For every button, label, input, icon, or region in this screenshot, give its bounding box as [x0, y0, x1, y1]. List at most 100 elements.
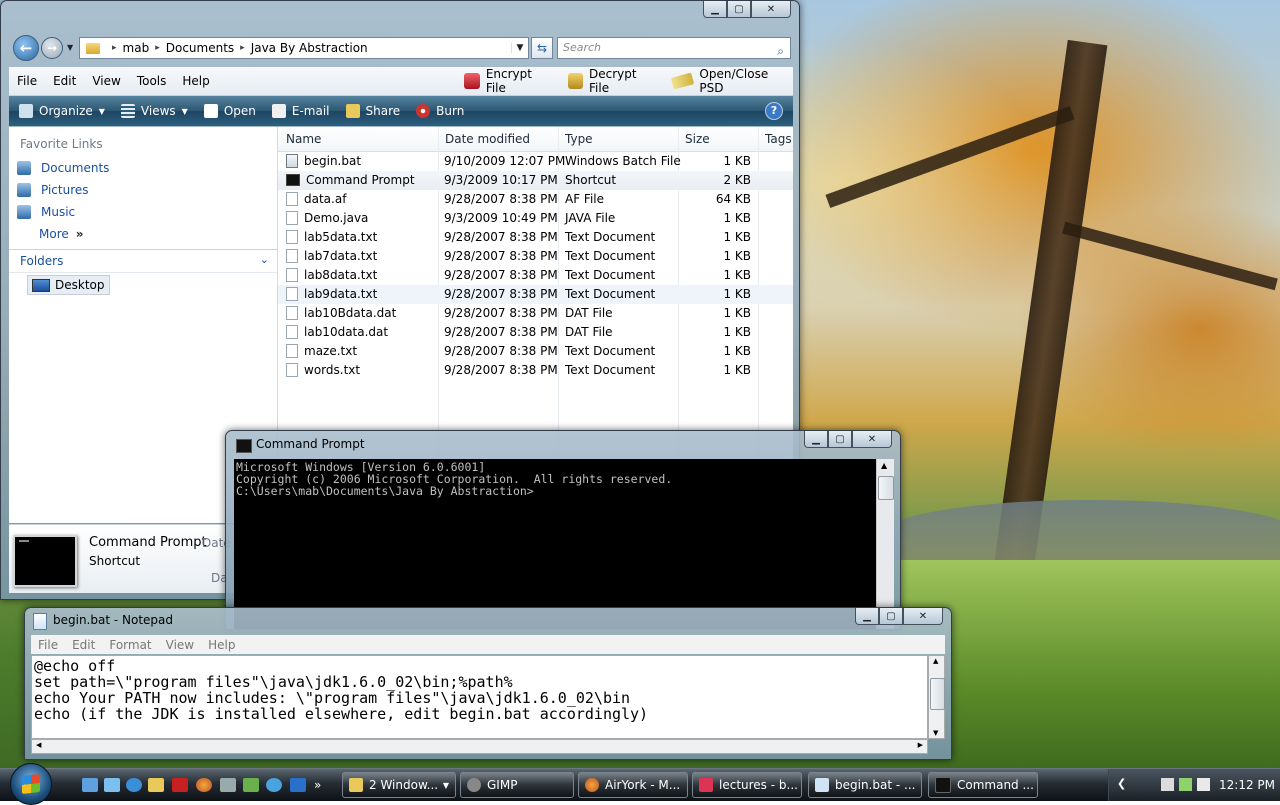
breadcrumb-separator-icon[interactable]: ▸	[155, 43, 160, 53]
open-close-psd-button[interactable]: Open/Close PSD	[670, 67, 793, 95]
close-button[interactable]: ✕	[903, 608, 943, 625]
share-button[interactable]: Share	[345, 104, 400, 118]
internet-explorer-icon[interactable]	[126, 778, 142, 792]
table-row[interactable]: begin.bat 9/10/2009 12:07 PM Windows Batch…	[278, 152, 793, 171]
table-row[interactable]: lab5data.txt 9/28/2007 8:38 PM Text Docume…	[278, 228, 793, 247]
minimize-button[interactable]: ▁	[703, 1, 727, 18]
chevron-left-icon[interactable]: ❮	[1117, 777, 1126, 790]
volume-icon[interactable]	[1197, 778, 1210, 791]
column-tags[interactable]: Tags	[765, 132, 792, 146]
burn-button[interactable]: Burn	[416, 104, 464, 118]
address-dropdown-icon[interactable]: ▼	[511, 43, 528, 53]
table-row[interactable]: lab10data.dat 9/28/2007 8:38 PM DAT File 1 …	[278, 323, 793, 342]
open-button[interactable]: Open	[203, 104, 256, 118]
vertical-scrollbar[interactable]: ▲	[876, 459, 894, 629]
search-icon[interactable]: ⌕	[777, 41, 784, 61]
show-desktop-icon[interactable]	[82, 778, 98, 792]
favorite-music[interactable]: Music	[17, 205, 75, 219]
clock[interactable]: 12:12 PM	[1219, 778, 1275, 792]
quicklaunch-icon[interactable]	[290, 778, 306, 792]
task-gimp[interactable]: GIMP	[460, 772, 574, 798]
favorite-pictures[interactable]: Pictures	[17, 183, 89, 197]
maximize-button[interactable]: ▢	[879, 608, 903, 625]
close-button[interactable]: ✕	[852, 431, 892, 448]
email-button[interactable]: E-mail	[271, 104, 330, 118]
menu-file[interactable]: File	[9, 74, 45, 88]
quicklaunch-icon[interactable]	[266, 778, 282, 792]
encrypt-file-button[interactable]: Encrypt File	[464, 67, 553, 95]
menu-view[interactable]: View	[159, 638, 201, 652]
task-begin-bat-notepad[interactable]: begin.bat - ...	[808, 772, 922, 798]
recent-pages-dropdown-icon[interactable]: ▼	[67, 43, 73, 52]
folders-header[interactable]: Folders ⌄	[9, 249, 277, 273]
vertical-scrollbar[interactable]: ▲ ▼	[928, 655, 945, 739]
breadcrumb-separator-icon[interactable]: ▸	[112, 43, 117, 53]
menu-edit[interactable]: Edit	[65, 638, 102, 652]
scroll-up-icon[interactable]: ▲	[881, 461, 887, 470]
organize-button[interactable]: Organize ▼	[19, 104, 105, 118]
forward-arrow-icon[interactable]: →	[41, 37, 63, 59]
scroll-down-icon[interactable]: ▼	[933, 729, 938, 737]
task-command-prompt[interactable]: Command ...	[928, 772, 1038, 798]
table-row[interactable]: lab7data.txt 9/28/2007 8:38 PM Text Docume…	[278, 247, 793, 266]
breadcrumb-item[interactable]: Java By Abstraction	[251, 41, 368, 55]
horizontal-scrollbar[interactable]: ◀ ▶	[31, 739, 928, 754]
table-row[interactable]: Demo.java 9/3/2009 10:49 PM JAVA File 1 KB	[278, 209, 793, 228]
chevron-down-icon[interactable]: ⌄	[260, 253, 269, 266]
menu-format[interactable]: Format	[102, 638, 158, 652]
more-quicklaunch-icon[interactable]: »	[314, 778, 330, 792]
task-windows-explorer-group[interactable]: 2 Window... ▼	[342, 772, 456, 798]
more-links[interactable]: More »	[39, 227, 84, 241]
acrobat-icon[interactable]	[172, 778, 188, 792]
search-input[interactable]: Search ⌕	[557, 37, 791, 59]
table-row[interactable]: lab8data.txt 9/28/2007 8:38 PM Text Docume…	[278, 266, 793, 285]
explorer-icon[interactable]	[148, 778, 164, 792]
menu-tools[interactable]: Tools	[129, 74, 175, 88]
switch-windows-icon[interactable]	[104, 778, 120, 792]
table-row[interactable]: maze.txt 9/28/2007 8:38 PM Text Document 1 …	[278, 342, 793, 361]
column-name[interactable]: Name	[286, 132, 321, 146]
scroll-up-icon[interactable]: ▲	[933, 657, 938, 665]
scroll-thumb[interactable]	[930, 678, 945, 710]
column-type[interactable]: Type	[565, 132, 593, 146]
address-bar[interactable]: ▸ mab ▸ Documents ▸ Java By Abstraction …	[79, 37, 529, 59]
breadcrumb-item[interactable]: mab	[123, 41, 150, 55]
task-airyork[interactable]: AirYork - M...	[578, 772, 688, 798]
scroll-left-icon[interactable]: ◀	[36, 741, 41, 749]
table-row[interactable]: data.af 9/28/2007 8:38 PM AF File 64 KB	[278, 190, 793, 209]
favorite-documents[interactable]: Documents	[17, 161, 109, 175]
power-icon[interactable]	[1179, 778, 1192, 791]
table-row[interactable]: lab9data.txt 9/28/2007 8:38 PM Text Docume…	[278, 285, 793, 304]
menu-help[interactable]: Help	[201, 638, 242, 652]
refresh-icon[interactable]: ⇆	[531, 37, 553, 59]
maximize-button[interactable]: ▢	[828, 431, 852, 448]
maximize-button[interactable]: ▢	[727, 1, 751, 18]
windows-start-icon[interactable]	[10, 763, 52, 805]
quicklaunch-icon[interactable]	[220, 778, 236, 792]
back-arrow-icon[interactable]: ←	[13, 35, 39, 61]
console-output[interactable]: Microsoft Windows [Version 6.0.6001] Cop…	[234, 459, 876, 629]
breadcrumb-separator-icon[interactable]: ▸	[240, 43, 245, 53]
scroll-thumb[interactable]	[878, 476, 894, 500]
decrypt-file-button[interactable]: Decrypt File	[567, 67, 659, 95]
help-icon[interactable]: ?	[765, 102, 783, 120]
menu-file[interactable]: File	[31, 638, 65, 652]
firefox-icon[interactable]	[196, 778, 212, 792]
menu-view[interactable]: View	[84, 74, 128, 88]
text-editor[interactable]: @echo off set path=\"program files"\java…	[31, 655, 928, 739]
menu-help[interactable]: Help	[174, 74, 217, 88]
table-row[interactable]: Command Prompt 9/3/2009 10:17 PM Shortcut 2…	[278, 171, 793, 190]
breadcrumb-item[interactable]: Documents	[166, 41, 234, 55]
minimize-button[interactable]: ▁	[855, 608, 879, 625]
tree-item-desktop[interactable]: Desktop	[27, 275, 110, 295]
table-row[interactable]: words.txt 9/28/2007 8:38 PM Text Document 1…	[278, 361, 793, 380]
network-icon[interactable]	[1161, 778, 1174, 791]
table-row[interactable]: lab10Bdata.dat 9/28/2007 8:38 PM DAT File 1…	[278, 304, 793, 323]
menu-edit[interactable]: Edit	[45, 74, 84, 88]
quicklaunch-icon[interactable]	[243, 778, 259, 792]
column-size[interactable]: Size	[685, 132, 710, 146]
column-date-modified[interactable]: Date modified	[445, 132, 530, 146]
scroll-right-icon[interactable]: ▶	[918, 741, 923, 749]
views-button[interactable]: Views ▼	[120, 104, 188, 118]
minimize-button[interactable]: ▁	[804, 431, 828, 448]
